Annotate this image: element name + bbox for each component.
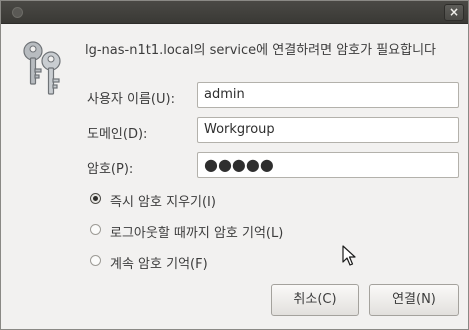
- option-label: 즉시 암호 지우기(I): [110, 195, 216, 210]
- radio-button[interactable]: [90, 255, 101, 266]
- password-input[interactable]: ●●●●●: [197, 152, 459, 178]
- title-bar[interactable]: ×: [1, 1, 468, 24]
- password-dialog: × lg-nas-n1t1.local의 service에 연결하려면 암호가 …: [0, 0, 469, 330]
- option-label: 로그아웃할 때까지 암호 기억(L): [110, 226, 284, 241]
- connect-button[interactable]: 연결(N): [369, 284, 459, 316]
- username-input[interactable]: admin: [197, 82, 459, 108]
- window-menu-icon[interactable]: [12, 7, 23, 18]
- mouse-pointer-icon: [342, 245, 356, 266]
- cancel-button[interactable]: 취소(C): [271, 284, 359, 316]
- username-label: 사용자 이름(U):: [87, 92, 175, 107]
- close-icon[interactable]: ×: [444, 4, 464, 21]
- radio-button-selected[interactable]: [90, 193, 101, 204]
- keys-icon: [23, 41, 61, 95]
- option-label: 계속 암호 기억(F): [110, 257, 208, 272]
- password-label: 암호(P):: [87, 162, 134, 177]
- domain-label: 도메인(D):: [87, 127, 148, 142]
- radio-button[interactable]: [90, 224, 101, 235]
- prompt-message: lg-nas-n1t1.local의 service에 연결하려면 암호가 필요…: [85, 43, 437, 58]
- domain-input[interactable]: Workgroup: [197, 117, 459, 143]
